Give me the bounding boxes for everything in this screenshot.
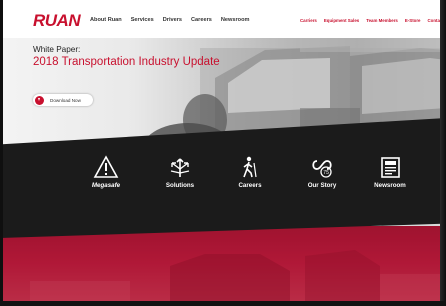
nav-services[interactable]: Services	[131, 17, 154, 23]
feature-careers[interactable]: Careers	[220, 155, 280, 189]
nav-newsroom[interactable]: Newsroom	[221, 17, 250, 23]
device-frame-left	[0, 0, 3, 306]
feature-our-story-label: Our Story	[307, 182, 337, 189]
util-equipment-sales[interactable]: Equipment Sales	[324, 18, 359, 23]
red-promo-section	[0, 226, 446, 306]
site-header: RUAN About Ruan Services Drivers Careers…	[0, 0, 446, 38]
feature-our-story[interactable]: 75 Our Story	[292, 155, 352, 189]
download-icon	[35, 95, 44, 105]
feature-solutions[interactable]: Solutions	[150, 155, 210, 189]
newspaper-icon	[381, 157, 400, 178]
util-e-store[interactable]: E-Store	[405, 18, 421, 23]
feature-solutions-label: Solutions	[165, 182, 195, 189]
solutions-arrows-icon	[170, 158, 190, 177]
device-frame-bottom	[0, 301, 446, 306]
feature-megasafe[interactable]: Megasafe	[76, 155, 136, 189]
nav-about-ruan[interactable]: About Ruan	[90, 17, 122, 23]
feature-newsroom-label: Newsroom	[374, 182, 406, 189]
nav-drivers[interactable]: Drivers	[163, 17, 182, 23]
nav-careers[interactable]: Careers	[191, 17, 212, 23]
feature-links: Megasafe Solutions Careers 75 Our Story …	[0, 155, 446, 205]
svg-text:75: 75	[323, 170, 329, 176]
warning-icon	[93, 155, 119, 178]
red-section-photo	[0, 226, 446, 306]
feature-newsroom[interactable]: Newsroom	[360, 155, 420, 189]
browser-viewport: RUAN About Ruan Services Drivers Careers…	[0, 0, 446, 306]
infinity-story-icon: 75	[312, 160, 332, 178]
main-nav: About Ruan Services Drivers Careers News…	[90, 17, 249, 23]
download-button-label: Download Now	[50, 97, 81, 103]
hero-title: 2018 Transportation Industry Update	[33, 56, 220, 68]
util-team-members[interactable]: Team Members	[366, 18, 398, 23]
device-frame-right	[440, 0, 446, 306]
ruan-logo[interactable]: RUAN	[33, 11, 81, 31]
feature-megasafe-label: Megasafe	[91, 182, 121, 189]
utility-nav: Carriers Equipment Sales Team Members E-…	[300, 18, 444, 23]
feature-careers-label: Careers	[238, 182, 262, 189]
hiker-icon	[243, 156, 257, 178]
util-carriers[interactable]: Carriers	[300, 18, 317, 23]
hero-kicker: White Paper:	[33, 45, 81, 54]
download-now-button[interactable]: Download Now	[33, 94, 93, 106]
